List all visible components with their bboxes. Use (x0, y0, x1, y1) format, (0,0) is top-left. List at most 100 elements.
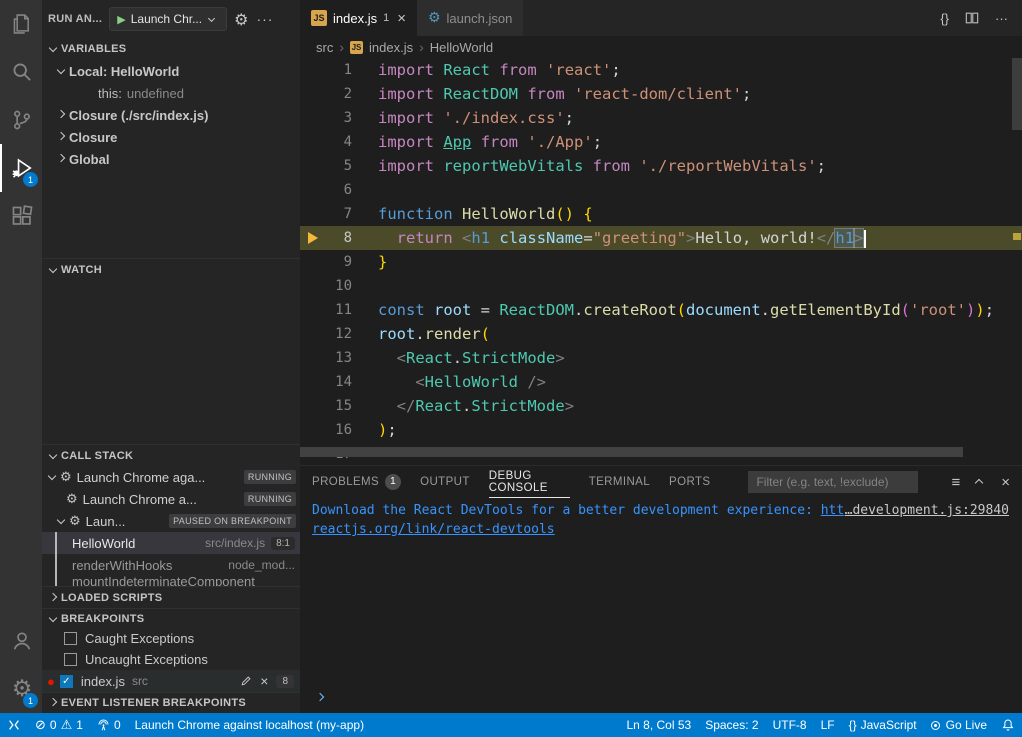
section-loaded-scripts[interactable]: LOADED SCRIPTS (42, 586, 300, 608)
brackets-icon[interactable]: {} (940, 11, 949, 26)
checkbox-unchecked[interactable] (64, 653, 77, 666)
checkbox-checked[interactable]: ✓ (60, 675, 73, 688)
code-line-9[interactable]: 9} (300, 250, 1022, 274)
line-number-gutter[interactable]: 14 (300, 370, 352, 394)
close-panel-icon[interactable]: × (1001, 474, 1010, 491)
section-watch[interactable]: WATCH (42, 258, 300, 280)
breadcrumb-item[interactable]: HelloWorld (430, 40, 493, 55)
stack-frame-row[interactable]: mountIndeterminateComponent (42, 576, 300, 586)
more-actions-icon[interactable]: ··· (256, 11, 273, 27)
extensions-icon[interactable] (0, 192, 42, 240)
notifications-bell[interactable] (994, 713, 1022, 737)
manage-gear-icon[interactable]: ⚙ 1 (0, 665, 42, 713)
go-live-button[interactable]: Go Live (924, 713, 994, 737)
code-line-6[interactable]: 6 (300, 178, 1022, 202)
line-number-gutter[interactable]: 13 (300, 346, 352, 370)
variables-scope-global[interactable]: Global (42, 148, 300, 170)
indentation-setting[interactable]: Spaces: 2 (698, 713, 765, 737)
explorer-icon[interactable] (0, 0, 42, 48)
breadcrumb-item[interactable]: index.js (369, 40, 413, 55)
code-line-15[interactable]: 15 </React.StrictMode> (300, 394, 1022, 418)
code-line-7[interactable]: 7function HelloWorld() { (300, 202, 1022, 226)
tab-output[interactable]: OUTPUT (420, 466, 470, 498)
code-editor[interactable]: 1import React from 'react';2import React… (300, 58, 1022, 465)
tab-launch-json[interactable]: ⚙ launch.json (417, 0, 524, 36)
line-number-gutter[interactable]: 4 (300, 130, 352, 154)
breakpoint-caught-exceptions[interactable]: Caught Exceptions (42, 628, 300, 649)
debug-status[interactable]: Launch Chrome against localhost (my-app) (128, 713, 371, 737)
code-line-8[interactable]: 8 return <h1 className="greeting">Hello,… (300, 226, 1022, 250)
code-line-14[interactable]: 14 <HelloWorld /> (300, 370, 1022, 394)
remove-breakpoint-icon[interactable]: × (260, 674, 268, 688)
console-source-link[interactable]: …development.js:29840 (845, 501, 1022, 520)
line-number-gutter[interactable]: 5 (300, 154, 352, 178)
line-number-gutter[interactable]: 1 (300, 58, 352, 82)
console-filter-input[interactable] (748, 471, 918, 493)
debug-console-input[interactable] (300, 688, 328, 708)
accounts-icon[interactable] (0, 617, 42, 665)
code-line-5[interactable]: 5import reportWebVitals from './reportWe… (300, 154, 1022, 178)
run-and-debug-icon[interactable]: 1 (0, 144, 42, 192)
line-number-gutter[interactable]: 2 (300, 82, 352, 106)
debug-session-row[interactable]: ⚙ Laun... PAUSED ON BREAKPOINT (42, 510, 300, 532)
close-icon[interactable]: × (397, 10, 406, 27)
section-event-listener-breakpoints[interactable]: EVENT LISTENER BREAKPOINTS (42, 692, 300, 713)
variable-this[interactable]: this: undefined (42, 82, 300, 104)
launch-config-dropdown[interactable]: ▶ Launch Chr... (109, 7, 227, 31)
ports-status[interactable]: 0 (90, 713, 128, 737)
eol-setting[interactable]: LF (814, 713, 842, 737)
horizontal-scrollbar[interactable] (300, 447, 963, 457)
stack-frame-row[interactable]: renderWithHooks node_mod... (42, 554, 300, 576)
code-line-1[interactable]: 1import React from 'react'; (300, 58, 1022, 82)
debug-session-row[interactable]: ⚙ Launch Chrome aga... RUNNING (42, 466, 300, 488)
variables-scope-local[interactable]: Local: HelloWorld (42, 60, 300, 82)
code-line-2[interactable]: 2import ReactDOM from 'react-dom/client'… (300, 82, 1022, 106)
line-number-gutter[interactable]: 3 (300, 106, 352, 130)
breadcrumb[interactable]: src › JS index.js › HelloWorld (300, 36, 1022, 58)
tab-terminal[interactable]: TERMINAL (589, 466, 650, 498)
source-control-icon[interactable] (0, 96, 42, 144)
breakpoint-uncaught-exceptions[interactable]: Uncaught Exceptions (42, 649, 300, 670)
line-number-gutter[interactable]: 11 (300, 298, 352, 322)
tab-debug-console[interactable]: DEBUG CONSOLE (489, 466, 570, 498)
language-mode[interactable]: {} JavaScript (842, 713, 924, 737)
debug-session-row[interactable]: ⚙ Launch Chrome a... RUNNING (42, 488, 300, 510)
vertical-scrollbar[interactable] (1012, 58, 1022, 130)
line-number-gutter[interactable]: 15 (300, 394, 352, 418)
line-number-gutter[interactable]: 10 (300, 274, 352, 298)
code-line-13[interactable]: 13 <React.StrictMode> (300, 346, 1022, 370)
breakpoint-index-js[interactable]: ● ✓ index.js src × 8 (42, 670, 300, 692)
problems-status[interactable]: ⊘ 0 ⚠ 1 (28, 713, 90, 737)
line-number-gutter[interactable]: 6 (300, 178, 352, 202)
code-line-16[interactable]: 16); (300, 418, 1022, 442)
variables-scope-closure-1[interactable]: Closure (./src/index.js) (42, 104, 300, 126)
debug-settings-gear-icon[interactable]: ⚙ (234, 10, 249, 29)
split-editor-icon[interactable] (965, 11, 979, 25)
tab-index-js[interactable]: JS index.js 1 × (300, 0, 417, 36)
code-line-10[interactable]: 10 (300, 274, 1022, 298)
more-actions-icon[interactable]: ··· (995, 11, 1008, 26)
remote-indicator[interactable] (0, 713, 28, 737)
code-line-12[interactable]: 12root.render( (300, 322, 1022, 346)
cursor-position[interactable]: Ln 8, Col 53 (619, 713, 698, 737)
stack-frame-row[interactable]: HelloWorld src/index.js 8:1 (42, 532, 300, 554)
tab-ports[interactable]: PORTS (669, 466, 710, 498)
tab-problems[interactable]: PROBLEMS 1 (312, 466, 401, 498)
start-debug-icon[interactable]: ▶ (117, 13, 125, 26)
checkbox-unchecked[interactable] (64, 632, 77, 645)
line-number-gutter[interactable]: 7 (300, 202, 352, 226)
code-line-11[interactable]: 11const root = ReactDOM.createRoot(docum… (300, 298, 1022, 322)
encoding-setting[interactable]: UTF-8 (766, 713, 814, 737)
section-call-stack[interactable]: CALL STACK (42, 444, 300, 466)
line-number-gutter[interactable]: 8 (300, 226, 352, 250)
console-link[interactable]: https:// (821, 503, 845, 518)
breadcrumb-item[interactable]: src (316, 40, 333, 55)
search-icon[interactable] (0, 48, 42, 96)
section-breakpoints[interactable]: BREAKPOINTS (42, 608, 300, 628)
console-link[interactable]: reactjs.org/link/react-devtools (312, 520, 555, 539)
maximize-panel-icon[interactable] (974, 480, 987, 484)
line-number-gutter[interactable]: 16 (300, 418, 352, 442)
filter-lines-icon[interactable]: ≡ (951, 474, 960, 491)
line-number-gutter[interactable]: 9 (300, 250, 352, 274)
code-line-4[interactable]: 4import App from './App'; (300, 130, 1022, 154)
